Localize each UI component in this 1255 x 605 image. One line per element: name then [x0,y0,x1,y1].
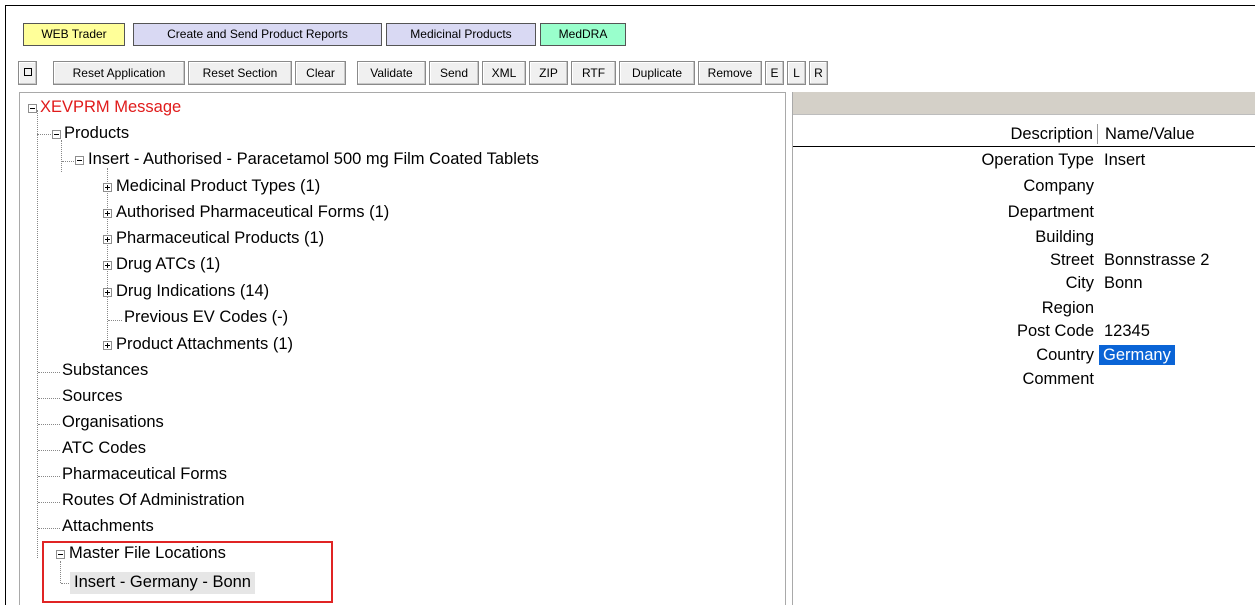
tree-line [38,528,60,529]
details-panel-header [793,92,1255,115]
tree-node-routes-of-administration[interactable]: Routes Of Administration [62,490,245,512]
duplicate-button[interactable]: Duplicate [619,61,695,85]
details-panel: Description Name/Value Operation Type In… [792,92,1255,605]
tab-medicinal-products[interactable]: Medicinal Products [386,23,536,46]
clear-button[interactable]: Clear [295,61,346,85]
tree-root-xevprm-message[interactable]: XEVPRM Message [40,97,181,119]
tree-node-drug-atcs[interactable]: Drug ATCs (1) [116,254,220,276]
tree-line [38,398,60,399]
tree-line [38,424,60,425]
detail-value-post-code[interactable]: 12345 [1104,321,1150,341]
detail-label-department: Department [1007,203,1094,221]
e-button[interactable]: E [765,61,784,85]
tree-line [62,161,74,162]
detail-value-operation-type[interactable]: Insert [1104,150,1145,170]
tree-node-authorised-pharmaceutical-forms[interactable]: Authorised Pharmaceutical Forms (1) [116,202,389,224]
collapse-icon[interactable] [75,156,84,165]
detail-label-region: Region [1041,299,1094,317]
remove-button[interactable]: Remove [698,61,762,85]
send-button[interactable]: Send [429,61,479,85]
xml-button[interactable]: XML [482,61,526,85]
column-header-name-value[interactable]: Name/Value [1105,124,1195,144]
detail-value-street[interactable]: Bonnstrasse 2 [1104,250,1209,270]
detail-value-city[interactable]: Bonn [1104,273,1143,293]
header-underline [793,146,1255,147]
detail-value-country[interactable]: Germany [1099,345,1175,365]
tree-line [61,140,62,172]
detail-label-post-code: Post Code [1016,322,1094,340]
tree-node-atc-codes[interactable]: ATC Codes [62,438,146,460]
reset-section-button[interactable]: Reset Section [188,61,292,85]
rtf-button[interactable]: RTF [571,61,616,85]
tree-line [107,168,108,348]
tree-node-previous-ev-codes[interactable]: Previous EV Codes (-) [124,307,288,329]
annotation-highlight-box [42,541,333,603]
tree-node-drug-indications[interactable]: Drug Indications (14) [116,281,269,303]
tree-line [37,110,38,558]
tree-node-sources[interactable]: Sources [62,386,123,408]
zip-button[interactable]: ZIP [529,61,568,85]
tree-node-products[interactable]: Products [64,123,129,145]
tree-node-medicinal-product-types[interactable]: Medicinal Product Types (1) [116,176,320,198]
detail-label-comment: Comment [1022,370,1094,388]
validate-button[interactable]: Validate [357,61,426,85]
expand-icon[interactable] [103,341,112,350]
tree-node-organisations[interactable]: Organisations [62,412,164,434]
tree-line [38,450,60,451]
tree-node-attachments[interactable]: Attachments [62,516,154,538]
detail-label-company: Company [1023,177,1094,195]
l-button[interactable]: L [787,61,806,85]
tree-node-product-attachments[interactable]: Product Attachments (1) [116,334,293,356]
tab-meddra[interactable]: MedDRA [540,23,626,46]
reset-application-button[interactable]: Reset Application [53,61,185,85]
tree-node-substances[interactable]: Substances [62,360,148,382]
detail-label-street: Street [1049,251,1094,269]
tree-line [38,502,60,503]
tree-line [38,372,60,373]
tab-create-send-product-reports[interactable]: Create and Send Product Reports [133,23,382,46]
collapse-icon[interactable] [52,130,61,139]
expand-icon[interactable] [103,209,112,218]
expand-icon[interactable] [103,235,112,244]
tree-line [38,476,60,477]
tree-node-insert-product[interactable]: Insert - Authorised - Paracetamol 500 mg… [88,149,539,171]
tree-node-pharmaceutical-products[interactable]: Pharmaceutical Products (1) [116,228,324,250]
detail-label-operation-type: Operation Type [981,151,1094,169]
tab-web-trader[interactable]: WEB Trader [23,23,125,46]
expand-icon[interactable] [103,183,112,192]
detail-label-city: City [1065,274,1094,292]
tree-line [37,134,51,135]
collapse-icon[interactable] [28,104,37,113]
column-header-description[interactable]: Description [1010,124,1098,144]
tree-node-pharmaceutical-forms[interactable]: Pharmaceutical Forms [62,464,227,486]
expand-icon[interactable] [103,261,112,270]
toggle-square-button[interactable] [18,61,37,85]
r-button[interactable]: R [809,61,828,85]
tree-line [108,320,122,321]
detail-label-building: Building [1035,228,1094,246]
expand-icon[interactable] [103,288,112,297]
detail-label-country: Country [1036,346,1094,364]
